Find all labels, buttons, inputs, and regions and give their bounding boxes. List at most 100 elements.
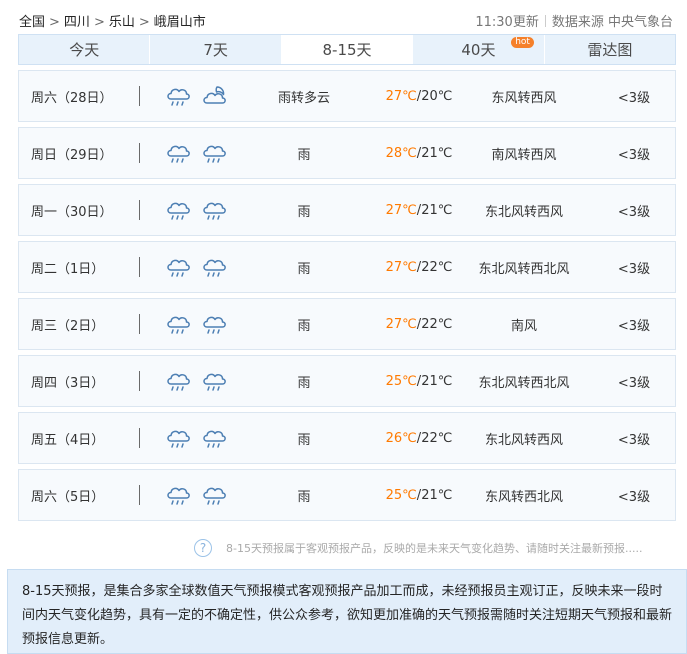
forecast-row[interactable]: 周四（3日） 雨 25℃/21℃ 东北风转西北风 <3级 [18, 355, 676, 407]
wind-direction: 南风 [510, 318, 537, 334]
forecast-date: 周五（4日） [31, 432, 105, 448]
wind-direction: 东风转西风 [491, 90, 557, 106]
row-divider [139, 485, 140, 505]
question-icon[interactable]: ? [194, 539, 212, 557]
breadcrumb-country[interactable]: 全国 [19, 15, 45, 30]
wind-direction: 南风转西风 [491, 147, 557, 163]
weather-icons [164, 185, 244, 235]
rain-icon [164, 197, 192, 223]
breadcrumb-city[interactable]: 乐山 [109, 15, 135, 30]
weather-description: 雨 [297, 147, 311, 163]
weather-icons [164, 128, 244, 178]
weather-icons [164, 299, 244, 349]
source-label: 数据来源 [551, 15, 604, 30]
temp-high: 26℃ [385, 430, 417, 446]
tab-label: 8-15天 [322, 41, 372, 59]
temp-high: 27℃ [385, 259, 417, 275]
temperature: 25℃/21℃ [364, 356, 474, 406]
tab-today[interactable]: 今天 [19, 35, 151, 64]
weather-description: 雨 [297, 489, 311, 505]
temperature: 27℃/21℃ [364, 185, 474, 235]
wind-direction: 东北风转西风 [484, 204, 563, 220]
temperature: 27℃/22℃ [364, 299, 474, 349]
note-text: 8-15天预报属于客观预报产品，反映的是未来天气变化趋势、请随时关注最新预报..… [226, 542, 643, 555]
temperature: 25℃/21℃ [364, 470, 474, 520]
forecast-row[interactable]: 周六（28日） 雨转多云 27℃/20℃ 东风转西风 <3级 [18, 70, 676, 122]
temperature: 26℃/22℃ [364, 413, 474, 463]
breadcrumb-current: 峨眉山市 [153, 15, 206, 30]
wind-direction: 东风转西北风 [484, 489, 563, 505]
rain-icon [164, 425, 192, 451]
row-divider [139, 257, 140, 277]
temperature: 27℃/20℃ [364, 71, 474, 121]
weather-icons [164, 71, 244, 121]
wind-level: <3级 [617, 261, 651, 277]
weather-description: 雨 [297, 375, 311, 391]
rain-icon [200, 140, 228, 166]
weather-description: 雨 [297, 318, 311, 334]
row-divider [139, 143, 140, 163]
tab-40days[interactable]: 40天 hot [413, 35, 545, 64]
forecast-date: 周四（3日） [31, 375, 105, 391]
weather-icons [164, 242, 244, 292]
top-bar: 全国 > 四川 > 乐山 > 峨眉山市 11:30更新 数据来源 中央气象台 [0, 0, 687, 36]
forecast-date: 周二（1日） [31, 261, 105, 277]
rain-icon [200, 311, 228, 337]
description-text: 8-15天预报，是集合多家全球数值天气预报模式客观预报产品加工而成，未经预报员主… [22, 584, 673, 647]
tab-label: 40天 [461, 41, 496, 59]
weather-icons [164, 356, 244, 406]
temp-high: 27℃ [385, 316, 417, 332]
wind-level: <3级 [617, 375, 651, 391]
temperature: 28℃/21℃ [364, 128, 474, 178]
forecast-date: 周六（5日） [31, 489, 105, 505]
wind-level: <3级 [617, 432, 651, 448]
wind-level: <3级 [617, 318, 651, 334]
rain-icon [200, 368, 228, 394]
temp-high: 27℃ [385, 202, 417, 218]
row-divider [139, 86, 140, 106]
forecast-row[interactable]: 周二（1日） 雨 27℃/22℃ 东北风转西北风 <3级 [18, 241, 676, 293]
breadcrumb: 全国 > 四川 > 乐山 > 峨眉山市 [19, 11, 206, 30]
forecast-row[interactable]: 周五（4日） 雨 26℃/22℃ 东北风转西风 <3级 [18, 412, 676, 464]
row-divider [139, 200, 140, 220]
update-info: 11:30更新 数据来源 中央气象台 [475, 11, 673, 30]
rain-icon [164, 368, 192, 394]
rain-icon [164, 140, 192, 166]
forecast-date: 周六（28日） [31, 90, 113, 106]
tab-radar[interactable]: 雷达图 [545, 35, 675, 64]
forecast-tabs: 今天 7天 8-15天 40天 hot 雷达图 [18, 34, 676, 65]
tab-7days[interactable]: 7天 [150, 35, 282, 64]
wind-direction: 东北风转西北风 [478, 261, 570, 277]
partly-cloudy-night-icon [200, 83, 228, 109]
forecast-row[interactable]: 周日（29日） 雨 28℃/21℃ 南风转西风 <3级 [18, 127, 676, 179]
breadcrumb-province[interactable]: 四川 [64, 15, 90, 30]
wind-direction: 东北风转西风 [484, 432, 563, 448]
forecast-row[interactable]: 周六（5日） 雨 25℃/21℃ 东风转西北风 <3级 [18, 469, 676, 521]
weather-description: 雨 [297, 432, 311, 448]
weather-description: 雨 [297, 204, 311, 220]
rain-icon [200, 425, 228, 451]
temp-low: 22℃ [421, 259, 453, 275]
temp-high: 25℃ [385, 373, 417, 389]
tab-label: 雷达图 [587, 41, 633, 59]
source-name: 中央气象台 [607, 15, 673, 30]
forecast-row[interactable]: 周一（30日） 雨 27℃/21℃ 东北风转西风 <3级 [18, 184, 676, 236]
temp-low: 21℃ [421, 145, 453, 161]
hot-badge: hot [511, 37, 534, 48]
temperature: 27℃/22℃ [364, 242, 474, 292]
temp-high: 27℃ [385, 88, 417, 104]
rain-icon [200, 197, 228, 223]
wind-direction: 东北风转西北风 [478, 375, 570, 391]
temp-low: 22℃ [421, 430, 453, 446]
weather-icons [164, 413, 244, 463]
rain-icon [164, 83, 192, 109]
temp-low: 21℃ [421, 487, 453, 503]
forecast-description: 8-15天预报，是集合多家全球数值天气预报模式客观预报产品加工而成，未经预报员主… [7, 569, 687, 654]
forecast-list: 周六（28日） 雨转多云 27℃/20℃ 东风转西风 <3级 周日（29日）雨 28℃/21… [18, 70, 676, 526]
forecast-note: ? 8-15天预报属于客观预报产品，反映的是未来天气变化趋势、请随时关注最新预报… [194, 538, 642, 558]
forecast-row[interactable]: 周三（2日） 雨 27℃/22℃ 南风 <3级 [18, 298, 676, 350]
tab-8-15days[interactable]: 8-15天 [281, 35, 414, 64]
weather-description: 雨转多云 [277, 90, 330, 106]
rain-icon [200, 482, 228, 508]
temp-low: 22℃ [421, 316, 453, 332]
